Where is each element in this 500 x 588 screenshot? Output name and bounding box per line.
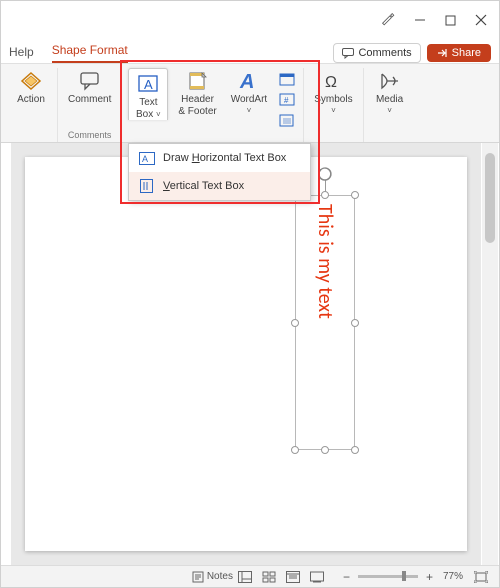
svg-text:Ω: Ω bbox=[325, 74, 337, 91]
action-button[interactable]: Action bbox=[11, 68, 51, 108]
object-button[interactable] bbox=[277, 112, 297, 130]
media-icon bbox=[379, 70, 401, 92]
svg-text:#: # bbox=[284, 96, 289, 105]
zoom-out-button[interactable]: − bbox=[339, 570, 354, 584]
comment-label: Comment bbox=[68, 94, 111, 106]
symbols-button[interactable]: Ω Symbols ˅ bbox=[310, 68, 356, 117]
svg-text:A: A bbox=[142, 154, 148, 164]
resize-handle[interactable] bbox=[321, 446, 329, 454]
group-links: Action bbox=[1, 68, 58, 142]
header-footer-button[interactable]: Header & Footer bbox=[174, 68, 220, 119]
slide-sorter-button[interactable] bbox=[257, 568, 281, 586]
vertical-label: Vertical Text Box bbox=[163, 180, 244, 192]
resize-handle[interactable] bbox=[291, 446, 299, 454]
date-time-button[interactable] bbox=[277, 70, 297, 88]
wordart-icon: A bbox=[238, 70, 260, 92]
tab-help[interactable]: Help bbox=[9, 45, 34, 63]
notes-label: Notes bbox=[207, 571, 233, 582]
draw-horizontal-text-box-item[interactable]: A Draw Horizontal Text Box bbox=[129, 144, 310, 172]
resize-handle[interactable] bbox=[351, 191, 359, 199]
status-bar: Notes − + 77% bbox=[1, 565, 499, 587]
group-comments: Comment Comments bbox=[58, 68, 122, 142]
title-bar bbox=[1, 1, 499, 39]
scrollbar-thumb[interactable] bbox=[485, 153, 495, 243]
header-footer-icon bbox=[187, 70, 209, 92]
new-comment-button[interactable]: Comment bbox=[64, 68, 115, 108]
slide-number-icon: # bbox=[279, 93, 295, 107]
slide-number-button[interactable]: # bbox=[277, 91, 297, 109]
svg-text:A: A bbox=[144, 77, 153, 92]
slide-area: This is my text bbox=[11, 143, 481, 565]
wordart-label: WordArt bbox=[231, 94, 268, 105]
vertical-text-box-icon bbox=[139, 179, 155, 193]
media-label: Media bbox=[376, 94, 403, 106]
share-button-label: Share bbox=[452, 47, 481, 59]
chevron-down-icon: ˅ bbox=[387, 106, 392, 115]
text-box-label1: Text bbox=[139, 97, 157, 109]
media-button[interactable]: Media ˅ bbox=[370, 68, 410, 117]
header-footer-label1: Header bbox=[181, 94, 214, 106]
group-symbols: Ω Symbols ˅ bbox=[304, 68, 363, 142]
text-box-dropdown: A Draw Horizontal Text Box Vertical Text… bbox=[128, 143, 311, 201]
text-box-content[interactable]: This is my text bbox=[296, 204, 354, 441]
action-label: Action bbox=[17, 94, 45, 106]
vertical-text-box-shape[interactable]: This is my text bbox=[295, 195, 355, 450]
horizontal-text-box-icon: A bbox=[139, 151, 155, 165]
resize-handle[interactable] bbox=[321, 191, 329, 199]
share-button[interactable]: Share bbox=[427, 44, 491, 62]
vertical-text-box-item[interactable]: Vertical Text Box bbox=[129, 172, 310, 200]
normal-view-button[interactable] bbox=[233, 568, 257, 586]
maximize-button[interactable] bbox=[436, 5, 465, 35]
zoom-slider-thumb[interactable] bbox=[402, 571, 406, 581]
fit-to-window-button[interactable] bbox=[469, 568, 493, 586]
comments-button[interactable]: Comments bbox=[333, 43, 420, 63]
horizontal-label: Draw Horizontal Text Box bbox=[163, 152, 286, 164]
wordart-button[interactable]: A WordArt ˅ bbox=[227, 68, 272, 117]
zoom-level[interactable]: 77% bbox=[443, 571, 463, 582]
slide-canvas[interactable]: This is my text bbox=[25, 157, 467, 551]
tab-shape-format[interactable]: Shape Format bbox=[52, 43, 128, 63]
notes-button[interactable]: Notes bbox=[192, 568, 233, 586]
chevron-down-icon: ˅ bbox=[331, 106, 336, 115]
share-icon bbox=[437, 48, 448, 59]
zoom-slider[interactable] bbox=[358, 575, 418, 578]
symbols-label: Symbols bbox=[314, 94, 352, 106]
text-box-icon: A bbox=[137, 73, 159, 95]
zoom-in-button[interactable]: + bbox=[422, 570, 437, 584]
speech-bubble-icon bbox=[342, 48, 354, 59]
symbols-icon: Ω bbox=[322, 70, 344, 92]
group-media: Media ˅ bbox=[364, 68, 416, 142]
slideshow-button[interactable] bbox=[305, 568, 329, 586]
comments-button-label: Comments bbox=[358, 47, 411, 59]
draw-mode-button[interactable] bbox=[375, 5, 404, 35]
date-time-icon bbox=[279, 72, 295, 86]
minimize-button[interactable] bbox=[406, 5, 435, 35]
chevron-down-icon: ˅ bbox=[247, 106, 252, 115]
action-icon bbox=[20, 70, 42, 92]
text-box-label2: Box bbox=[136, 109, 153, 120]
rotation-handle[interactable] bbox=[317, 166, 333, 182]
notes-icon bbox=[192, 571, 204, 583]
ribbon: Action Comment Comments A Text Box ˅ Hea… bbox=[1, 63, 499, 143]
reading-view-button[interactable] bbox=[281, 568, 305, 586]
comment-icon bbox=[79, 70, 101, 92]
close-button[interactable] bbox=[467, 5, 496, 35]
header-footer-label2: & Footer bbox=[178, 106, 216, 118]
resize-handle[interactable] bbox=[351, 446, 359, 454]
svg-text:A: A bbox=[239, 71, 254, 91]
text-small-buttons: # bbox=[277, 68, 297, 130]
group-text: A Text Box ˅ Header & Footer A WordArt ˅… bbox=[122, 68, 304, 142]
chevron-down-icon: ˅ bbox=[156, 110, 161, 119]
object-icon bbox=[279, 114, 295, 128]
text-box-button[interactable]: A Text Box ˅ bbox=[128, 68, 168, 120]
vertical-scrollbar[interactable] bbox=[482, 143, 498, 565]
ribbon-tabs: Help Shape Format Comments Share bbox=[1, 39, 499, 63]
group-label-comments: Comments bbox=[68, 130, 112, 142]
